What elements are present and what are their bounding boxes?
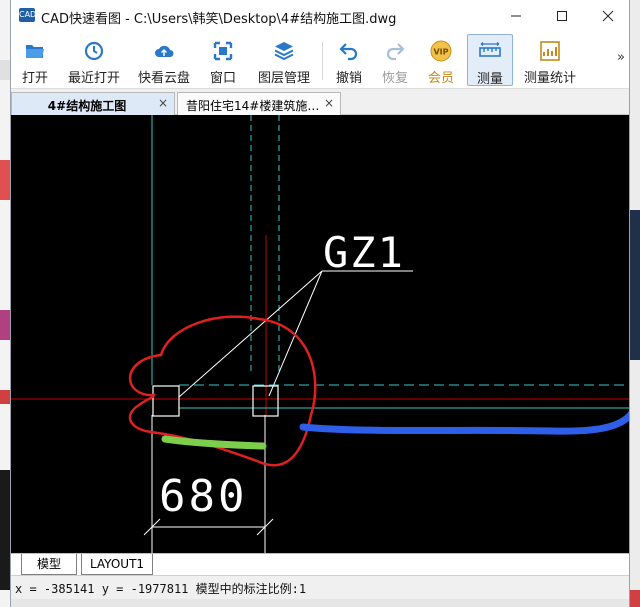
undo-label: 撤销 <box>335 71 362 86</box>
green-highlight-annotation <box>161 435 267 450</box>
tab-label: 昔阳住宅14#楼建筑施… <box>186 99 320 113</box>
main-toolbar: 打开 最近打开 快看云盘 窗口 图层管理 撤销 恢复 VIP 会员 测量 测量统… <box>11 32 629 88</box>
minimize-button[interactable] <box>493 0 539 32</box>
window-title: CAD快速看图 - C:\Users\韩笑\Desktop\4#结构施工图.dw… <box>41 12 397 27</box>
layers-button[interactable]: 图层管理 <box>253 34 315 86</box>
tab-close-icon[interactable]: × <box>324 96 334 110</box>
close-button[interactable] <box>585 0 631 32</box>
window-icon <box>213 41 233 61</box>
tab-xiyang-residential-14[interactable]: 昔阳住宅14#楼建筑施… × <box>177 92 341 115</box>
close-icon <box>602 10 614 22</box>
vip-label: 会员 <box>427 71 454 86</box>
redo-button[interactable]: 恢复 <box>375 34 415 86</box>
document-tab-bar: 4#结构施工图 × 昔阳住宅14#楼建筑施… × <box>11 88 629 115</box>
tab-model[interactable]: 模型 <box>21 554 77 575</box>
title-bar[interactable]: CAD CAD快速看图 - C:\Users\韩笑\Desktop\4#结构施工… <box>11 0 629 32</box>
background-right-strip <box>630 0 640 607</box>
cloud-label: 快看云盘 <box>137 71 190 86</box>
measure-label: 测量 <box>476 72 503 87</box>
toolbar-more-button[interactable]: » <box>617 50 625 65</box>
tab-close-icon[interactable]: × <box>158 96 168 110</box>
cloud-button[interactable]: 快看云盘 <box>133 34 195 86</box>
undo-button[interactable]: 撤销 <box>329 34 369 86</box>
coordinate-readout: x = -385141 y = -1977811 模型中的标注比例:1 <box>15 582 307 596</box>
cad-drawing: GZ1 680 <box>11 115 629 553</box>
tab-label: 4#结构施工图 <box>47 99 127 113</box>
status-bar: x = -385141 y = -1977811 模型中的标注比例:1 <box>11 575 629 599</box>
redo-icon <box>386 43 405 61</box>
recent-button[interactable]: 最近打开 <box>63 34 125 86</box>
minimize-icon <box>511 15 521 17</box>
horizontal-scrollbar[interactable] <box>11 599 629 607</box>
toolbar-separator <box>322 42 323 80</box>
open-button[interactable]: 打开 <box>15 34 55 86</box>
layers-icon <box>274 42 294 61</box>
measure-stats-icon <box>540 41 560 61</box>
ruler-icon <box>479 42 501 57</box>
layers-label: 图层管理 <box>257 71 310 86</box>
history-clock-icon <box>84 41 104 61</box>
tab-4-structure-drawing[interactable]: 4#结构施工图 × <box>11 92 175 115</box>
blue-stroke-annotation <box>299 410 629 435</box>
vip-badge-icon: VIP <box>430 40 452 62</box>
measure-stats-label: 测量统计 <box>523 71 576 86</box>
tab-layout1[interactable]: LAYOUT1 <box>81 554 153 575</box>
window-button[interactable]: 窗口 <box>203 34 243 86</box>
measure-stats-button[interactable]: 测量统计 <box>519 34 581 86</box>
maximize-icon <box>557 11 567 21</box>
drawing-canvas[interactable]: GZ1 680 <box>11 115 629 553</box>
folder-open-icon <box>26 45 44 58</box>
measure-button[interactable]: 测量 <box>467 34 513 87</box>
app-window: CAD CAD快速看图 - C:\Users\韩笑\Desktop\4#结构施工… <box>10 0 630 607</box>
window-label: 窗口 <box>209 71 236 86</box>
open-label: 打开 <box>21 71 48 86</box>
vip-badge-text: VIP <box>433 48 448 57</box>
redo-label: 恢复 <box>381 71 408 86</box>
column-block-left <box>152 385 180 417</box>
dimension-value: 680 <box>159 471 247 522</box>
vip-button[interactable]: VIP 会员 <box>421 34 461 86</box>
undo-icon <box>339 43 358 61</box>
background-left-strip <box>0 0 10 607</box>
maximize-button[interactable] <box>539 0 585 32</box>
layout-tab-bar: 模型 LAYOUT1 <box>11 553 629 575</box>
cloud-icon <box>155 45 174 57</box>
column-label-gz1: GZ1 <box>323 228 405 277</box>
recent-label: 最近打开 <box>67 71 120 86</box>
app-logo-icon: CAD <box>19 8 36 22</box>
